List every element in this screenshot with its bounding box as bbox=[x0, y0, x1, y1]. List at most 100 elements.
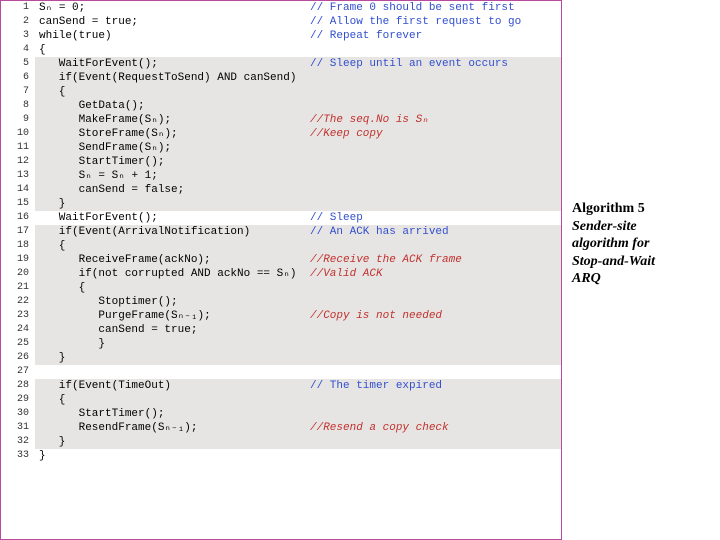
code-line: 7 { bbox=[1, 85, 561, 99]
code-cell: Stoptimer(); bbox=[35, 295, 561, 309]
code-cell: StoreFrame(Sₙ);//Keep copy bbox=[35, 127, 561, 141]
code-line: 10 StoreFrame(Sₙ);//Keep copy bbox=[1, 127, 561, 141]
line-number: 2 bbox=[1, 15, 35, 29]
line-number: 8 bbox=[1, 99, 35, 113]
code-cell: { bbox=[35, 281, 561, 295]
code-text: { bbox=[39, 394, 65, 406]
code-text: Sₙ = 0; bbox=[39, 2, 85, 14]
code-comment: // Frame 0 should be sent first bbox=[310, 1, 515, 15]
code-line: 19 ReceiveFrame(ackNo);//Receive the ACK… bbox=[1, 253, 561, 267]
code-line: 17 if(Event(ArrivalNotification)// An AC… bbox=[1, 225, 561, 239]
line-number: 12 bbox=[1, 155, 35, 169]
line-number: 26 bbox=[1, 351, 35, 365]
line-number: 5 bbox=[1, 57, 35, 71]
code-cell: Sₙ = 0; // Frame 0 should be sent first bbox=[35, 1, 561, 15]
line-number: 25 bbox=[1, 337, 35, 351]
code-line: 27 bbox=[1, 365, 561, 379]
line-number: 7 bbox=[1, 85, 35, 99]
code-comment: //Keep copy bbox=[310, 127, 383, 141]
line-number: 1 bbox=[1, 1, 35, 15]
code-cell: canSend = true; bbox=[35, 323, 561, 337]
code-cell: if(Event(TimeOut)// The timer expired bbox=[35, 379, 561, 393]
code-listing: 1Sₙ = 0;// Frame 0 should be sent first2… bbox=[0, 0, 562, 540]
code-text: GetData(); bbox=[39, 100, 145, 112]
code-text: Stoptimer(); bbox=[39, 296, 178, 308]
caption-line-2: algorithm for bbox=[572, 235, 702, 253]
code-comment: //Resend a copy check bbox=[310, 421, 449, 435]
code-text: if(Event(RequestToSend) AND canSend) bbox=[39, 72, 296, 84]
line-number: 11 bbox=[1, 141, 35, 155]
code-text: } bbox=[39, 198, 65, 210]
code-cell: PurgeFrame(Sₙ₋₁); //Copy is not needed bbox=[35, 309, 561, 323]
code-cell: if(Event(ArrivalNotification)// An ACK h… bbox=[35, 225, 561, 239]
line-number: 13 bbox=[1, 169, 35, 183]
code-cell: { bbox=[35, 43, 561, 57]
code-cell: } bbox=[35, 351, 561, 365]
caption-line-3: Stop-and-Wait bbox=[572, 253, 702, 271]
line-number: 20 bbox=[1, 267, 35, 281]
code-text: MakeFrame(Sₙ); bbox=[39, 114, 171, 126]
code-cell: while(true)// Repeat forever bbox=[35, 29, 561, 43]
code-cell: } bbox=[35, 449, 561, 463]
code-cell: Sₙ = Sₙ + 1; bbox=[35, 169, 561, 183]
code-line: 13 Sₙ = Sₙ + 1; bbox=[1, 169, 561, 183]
code-cell: WaitForEvent();// Sleep until an event o… bbox=[35, 57, 561, 71]
code-cell: MakeFrame(Sₙ); //The seq.No is Sₙ bbox=[35, 113, 561, 127]
line-number: 4 bbox=[1, 43, 35, 57]
line-number: 16 bbox=[1, 211, 35, 225]
code-cell bbox=[35, 365, 561, 379]
code-line: 3while(true)// Repeat forever bbox=[1, 29, 561, 43]
code-line: 25 } bbox=[1, 337, 561, 351]
code-line: 6 if(Event(RequestToSend) AND canSend) bbox=[1, 71, 561, 85]
code-line: 33} bbox=[1, 449, 561, 463]
code-line: 2canSend = true;// Allow the first reque… bbox=[1, 15, 561, 29]
code-cell: if(Event(RequestToSend) AND canSend) bbox=[35, 71, 561, 85]
code-line: 23 PurgeFrame(Sₙ₋₁); //Copy is not needed bbox=[1, 309, 561, 323]
code-line: 18 { bbox=[1, 239, 561, 253]
code-text: WaitForEvent(); bbox=[39, 212, 158, 224]
code-line: 28 if(Event(TimeOut)// The timer expired bbox=[1, 379, 561, 393]
caption-line-4: ARQ bbox=[572, 270, 702, 288]
line-number: 17 bbox=[1, 225, 35, 239]
code-text: ResendFrame(Sₙ₋₁); bbox=[39, 422, 197, 434]
code-line: 24 canSend = true; bbox=[1, 323, 561, 337]
line-number: 10 bbox=[1, 127, 35, 141]
code-comment: //The seq.No is Sₙ bbox=[310, 113, 429, 127]
code-cell: canSend = false; bbox=[35, 183, 561, 197]
code-cell: canSend = true;// Allow the first reques… bbox=[35, 15, 561, 29]
code-comment: //Copy is not needed bbox=[310, 309, 442, 323]
line-number: 28 bbox=[1, 379, 35, 393]
code-text: PurgeFrame(Sₙ₋₁); bbox=[39, 310, 211, 322]
line-number: 31 bbox=[1, 421, 35, 435]
code-text: } bbox=[39, 450, 46, 462]
code-line: 22 Stoptimer(); bbox=[1, 295, 561, 309]
code-cell: StartTimer(); bbox=[35, 407, 561, 421]
code-text: ReceiveFrame(ackNo); bbox=[39, 254, 211, 266]
code-line: 5 WaitForEvent();// Sleep until an event… bbox=[1, 57, 561, 71]
code-line: 20 if(not corrupted AND ackNo == Sₙ)//Va… bbox=[1, 267, 561, 281]
page-container: 1Sₙ = 0;// Frame 0 should be sent first2… bbox=[0, 0, 720, 540]
code-cell: GetData(); bbox=[35, 99, 561, 113]
line-number: 19 bbox=[1, 253, 35, 267]
code-comment: // Repeat forever bbox=[310, 29, 422, 43]
line-number: 14 bbox=[1, 183, 35, 197]
code-line: 16 WaitForEvent();// Sleep bbox=[1, 211, 561, 225]
code-line: 1 Sₙ = 0; // Frame 0 should be sent first bbox=[1, 1, 561, 15]
code-comment: // Allow the first request to go bbox=[310, 15, 521, 29]
code-text: { bbox=[39, 44, 46, 56]
line-number: 21 bbox=[1, 281, 35, 295]
code-line: 30 StartTimer(); bbox=[1, 407, 561, 421]
code-line: 31 ResendFrame(Sₙ₋₁); //Resend a copy che… bbox=[1, 421, 561, 435]
code-text: StartTimer(); bbox=[39, 156, 164, 168]
code-line: 26 } bbox=[1, 351, 561, 365]
line-number: 27 bbox=[1, 365, 35, 379]
code-cell: { bbox=[35, 239, 561, 253]
code-text: if(not corrupted AND ackNo == Sₙ) bbox=[39, 268, 296, 280]
caption-title-number: 5 bbox=[638, 201, 645, 216]
line-number: 23 bbox=[1, 309, 35, 323]
code-text: WaitForEvent(); bbox=[39, 58, 158, 70]
caption-line-1: Sender-site bbox=[572, 218, 702, 236]
caption: Algorithm 5 Sender-site algorithm for St… bbox=[562, 0, 708, 540]
line-number: 29 bbox=[1, 393, 35, 407]
code-text: canSend = true; bbox=[39, 324, 197, 336]
